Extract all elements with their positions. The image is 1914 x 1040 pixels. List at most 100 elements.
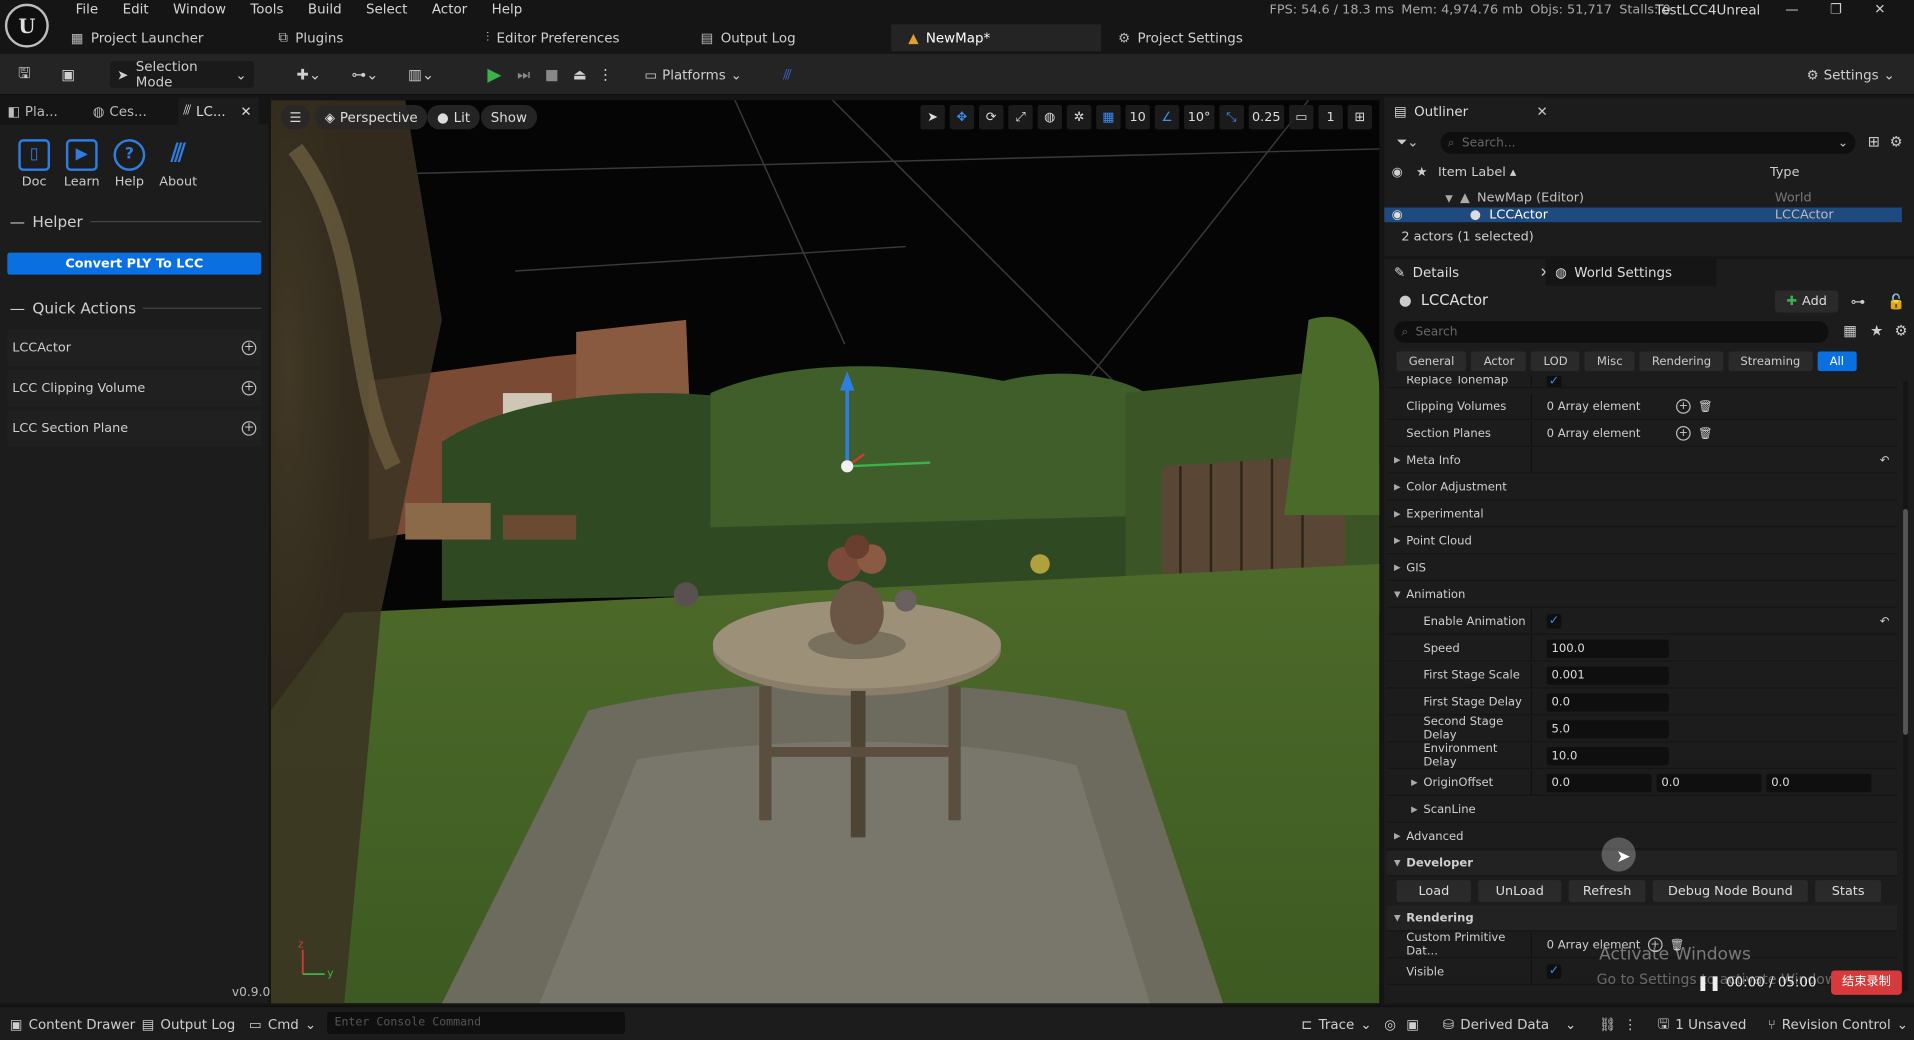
save-icon[interactable]: 🖫 xyxy=(12,61,36,88)
unsaved-button[interactable]: 🖫 1 Unsaved xyxy=(1658,1014,1747,1034)
settings-dropdown[interactable]: ⚙ Settings ⌄ xyxy=(1807,61,1895,88)
camera-icon[interactable]: ▣ xyxy=(1406,1014,1419,1034)
quick-actions-section[interactable]: — Quick Actions xyxy=(10,299,262,317)
star-icon[interactable]: ★ xyxy=(1416,165,1428,185)
add-icon[interactable]: + xyxy=(241,421,257,436)
lock-icon[interactable]: 🔓 xyxy=(1887,293,1905,310)
tab-place-actors[interactable]: ◧ Pla... xyxy=(2,98,83,125)
tab-project-settings[interactable]: ⚙ Project Settings xyxy=(1101,24,1316,51)
tab-newmap[interactable]: ▲ NewMap* xyxy=(891,24,1102,52)
origin-y-input[interactable]: 0.0 xyxy=(1656,773,1762,792)
speed-input[interactable]: 100.0 xyxy=(1546,639,1669,658)
platforms-dropdown[interactable]: ▭ Platforms ⌄ xyxy=(645,61,742,88)
environment-delay-input[interactable]: 10.0 xyxy=(1546,746,1669,765)
menu-build[interactable]: Build xyxy=(296,0,354,20)
collapse-arrow-icon[interactable]: ▼ xyxy=(1394,858,1401,868)
origin-x-input[interactable]: 0.0 xyxy=(1546,773,1652,792)
about-button[interactable]: ⫻ About xyxy=(154,139,203,189)
perspective-dropdown[interactable]: ◈ Perspective xyxy=(314,104,428,130)
category-rendering[interactable]: ▼ Rendering xyxy=(1386,905,1897,932)
play-icon[interactable]: ▶ xyxy=(483,61,505,88)
second-stage-delay-input[interactable]: 5.0 xyxy=(1546,719,1669,738)
content-drawer-button[interactable]: ▣ Content Drawer xyxy=(10,1014,135,1034)
expand-arrow-icon[interactable]: ▶ xyxy=(1411,804,1418,814)
more-options-icon[interactable]: ⋮ xyxy=(598,61,613,88)
blueprint-icon[interactable]: ⊶ xyxy=(1851,293,1866,310)
prop-scanline[interactable]: ▶ ScanLine xyxy=(1386,797,1897,823)
grid-snap-value[interactable]: 10 xyxy=(1125,104,1150,130)
output-log-button[interactable]: ▤ Output Log xyxy=(142,1014,236,1034)
enable-animation-checkbox[interactable]: ✓ xyxy=(1546,614,1562,629)
filter-rendering[interactable]: Rendering xyxy=(1639,351,1724,372)
record-icon[interactable]: ◎ xyxy=(1384,1014,1396,1034)
tab-editor-preferences[interactable]: ⫶ Editor Preferences xyxy=(469,24,684,51)
menu-file[interactable]: File xyxy=(63,0,110,20)
load-button[interactable]: Load xyxy=(1396,880,1472,903)
prop-animation[interactable]: ▼ Animation xyxy=(1386,582,1897,608)
tab-plugins[interactable]: ⧉ Plugins xyxy=(261,24,469,51)
tab-details[interactable]: ✎ Details ✕ xyxy=(1384,258,1551,286)
category-developer[interactable]: ▼ Developer xyxy=(1386,850,1897,877)
rotation-snap-toggle[interactable]: ∠ xyxy=(1154,104,1180,130)
menu-help[interactable]: Help xyxy=(479,0,534,20)
trace-dropdown[interactable]: ⊏ Trace ⌄ xyxy=(1301,1014,1371,1034)
outliner-search-input[interactable]: ⌕ Search... ⌄ xyxy=(1440,131,1856,154)
level-viewport[interactable]: z y ☰ ◈ Perspective ● Lit Show ➤ ✥ ⟳ ⤢ ◍ ✲… xyxy=(270,100,1380,1004)
source-control-icon[interactable]: ⛓ xyxy=(1599,1014,1616,1034)
scale-tool-icon[interactable]: ⤢ xyxy=(1008,104,1033,130)
lcc-plugin-icon[interactable]: ⫻ xyxy=(774,61,801,88)
table-view-icon[interactable]: ▦ xyxy=(1843,322,1857,339)
unreal-logo[interactable]: U xyxy=(4,3,49,48)
scale-snap-value[interactable]: 0.25 xyxy=(1248,104,1285,130)
prop-meta-info[interactable]: ▶ Meta Info ↶ xyxy=(1386,447,1897,474)
column-type[interactable]: Type xyxy=(1770,165,1799,185)
eject-icon[interactable]: ⏏ xyxy=(569,61,591,88)
filter-all[interactable]: All xyxy=(1817,351,1857,372)
expand-arrow-icon[interactable]: ▼ xyxy=(1445,192,1453,203)
prop-advanced[interactable]: ▶ Advanced xyxy=(1386,824,1897,850)
stop-recording-button[interactable]: 结束录制 xyxy=(1831,970,1902,995)
stats-button[interactable]: Stats xyxy=(1814,880,1882,903)
first-stage-delay-input[interactable]: 0.0 xyxy=(1546,692,1669,712)
step-icon[interactable]: ⏭ xyxy=(513,61,535,88)
menu-tools[interactable]: Tools xyxy=(238,0,296,20)
menu-actor[interactable]: Actor xyxy=(420,0,480,20)
add-folder-icon[interactable]: ⊞ xyxy=(1868,133,1880,150)
trash-icon[interactable]: 🗑 xyxy=(1698,427,1713,440)
menu-edit[interactable]: Edit xyxy=(110,0,160,20)
world-space-icon[interactable]: ◍ xyxy=(1037,104,1062,130)
cinematics-icon[interactable]: ▥⌄ xyxy=(403,61,440,88)
eye-icon[interactable]: ◉ xyxy=(1392,208,1403,223)
add-icon[interactable]: + xyxy=(241,380,257,396)
trash-icon[interactable]: 🗑 xyxy=(1698,400,1713,413)
gear-icon[interactable]: ⚙ xyxy=(1895,322,1908,339)
quick-action-section-plane[interactable]: LCC Section Plane + xyxy=(7,410,262,447)
origin-z-input[interactable]: 0.0 xyxy=(1766,773,1872,792)
maximize-icon[interactable]: ❐ xyxy=(1814,0,1858,20)
add-component-button[interactable]: ✚ Add xyxy=(1774,290,1839,313)
tab-lcc[interactable]: ⫻ LC... ✕ xyxy=(178,97,259,125)
derived-data-dropdown[interactable]: ⛁ Derived Data ⌄ xyxy=(1443,1014,1576,1034)
gear-icon[interactable]: ⚙ xyxy=(1890,133,1903,150)
tab-output-log[interactable]: ▤ Output Log xyxy=(684,24,892,51)
details-scroll-thumb[interactable] xyxy=(1903,509,1908,735)
helper-section[interactable]: — Helper xyxy=(10,212,262,231)
details-search-input[interactable]: ⌕ Search xyxy=(1394,321,1829,344)
first-stage-scale-input[interactable]: 0.001 xyxy=(1546,665,1669,685)
show-dropdown[interactable]: Show xyxy=(480,104,537,130)
stop-icon[interactable]: ■ xyxy=(541,61,563,88)
prop-point-cloud[interactable]: ▶ Point Cloud xyxy=(1386,529,1897,555)
prop-color-adjustment[interactable]: ▶ Color Adjustment xyxy=(1386,475,1897,501)
view-mode-dropdown[interactable]: ● Lit xyxy=(427,104,480,130)
refresh-button[interactable]: Refresh xyxy=(1568,880,1646,903)
more-options-icon[interactable]: ⋮ xyxy=(1624,1014,1637,1034)
collapse-arrow-icon[interactable]: ▼ xyxy=(1394,913,1401,923)
rotation-snap-value[interactable]: 10° xyxy=(1184,104,1215,130)
expand-arrow-icon[interactable]: ▶ xyxy=(1394,831,1401,841)
tab-cesium[interactable]: ◍ Ces... xyxy=(88,98,173,125)
tab-project-launcher[interactable]: ▦ Project Launcher xyxy=(54,24,262,51)
translate-tool-icon[interactable]: ✥ xyxy=(949,104,975,130)
tab-outliner[interactable]: ▤ Outliner ✕ xyxy=(1384,97,1548,125)
selection-mode-dropdown[interactable]: ➤ Selection Mode ⌄ xyxy=(109,59,254,90)
add-icon[interactable]: + xyxy=(241,340,257,356)
